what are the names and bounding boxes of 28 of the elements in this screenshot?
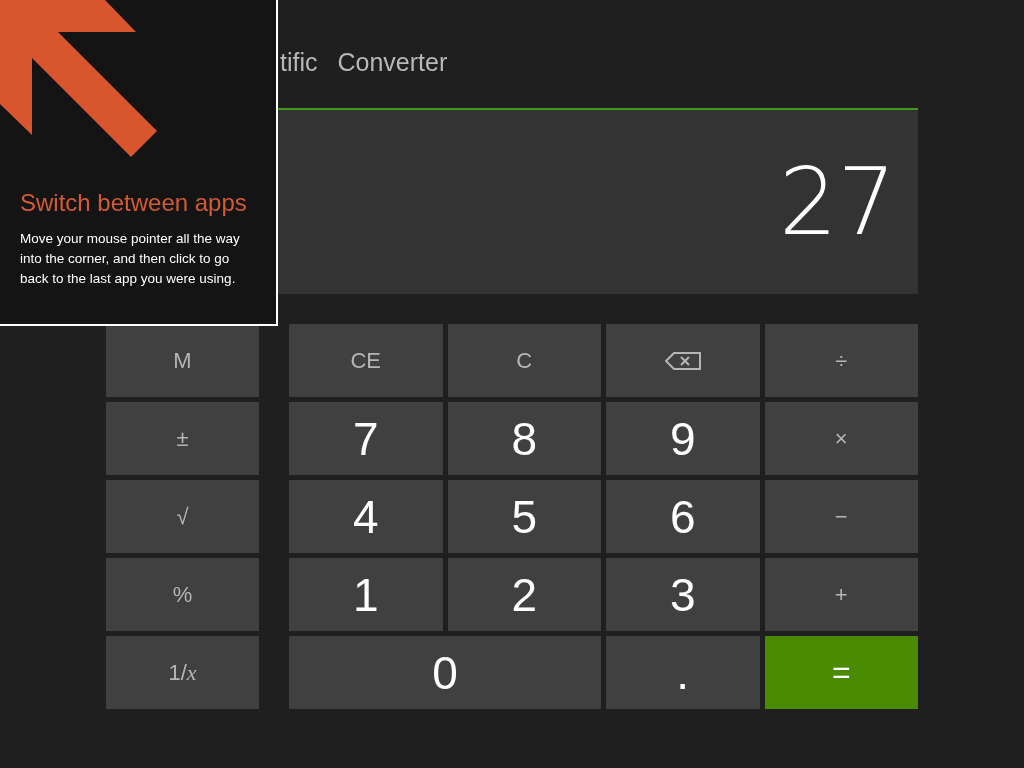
digit-key[interactable]: 8 bbox=[447, 402, 601, 475]
digit-key[interactable]: 1 bbox=[289, 558, 443, 631]
operator-key[interactable]: ÷ bbox=[764, 324, 918, 397]
digit-key[interactable]: 5 bbox=[447, 480, 601, 553]
operator-key[interactable]: % bbox=[106, 558, 259, 631]
operator-key[interactable]: CE bbox=[289, 324, 443, 397]
digit-key[interactable]: 7 bbox=[289, 402, 443, 475]
digit-key[interactable]: 3 bbox=[606, 558, 760, 631]
mode-tab[interactable]: tific bbox=[280, 47, 318, 77]
operator-key[interactable]: √ bbox=[106, 480, 259, 553]
operator-key[interactable]: × bbox=[764, 402, 918, 475]
tip-title: Switch between apps bbox=[20, 189, 247, 217]
operator-key[interactable]: C bbox=[447, 324, 601, 397]
digit-key[interactable]: 4 bbox=[289, 480, 443, 553]
tip-text: Move your mouse pointer all the way into the corner, and then click to go back to the last app you were using. bbox=[20, 230, 241, 288]
equals-button[interactable]: = bbox=[764, 636, 918, 709]
operator-key[interactable]: 1/x bbox=[106, 636, 259, 709]
digit-key[interactable]: . bbox=[606, 636, 760, 709]
result-value: 27 bbox=[778, 148, 896, 256]
digit-key[interactable]: 2 bbox=[447, 558, 601, 631]
digit-key[interactable]: 9 bbox=[606, 402, 760, 475]
operator-key[interactable]: − bbox=[764, 480, 918, 553]
digit-key[interactable]: 6 bbox=[606, 480, 760, 553]
digit-key[interactable]: 0 bbox=[289, 636, 601, 709]
mode-tab[interactable]: Converter bbox=[337, 47, 448, 77]
operator-key[interactable]: M bbox=[106, 324, 259, 397]
operator-key[interactable]: + bbox=[764, 558, 918, 631]
operator-key[interactable]: ± bbox=[106, 402, 259, 475]
